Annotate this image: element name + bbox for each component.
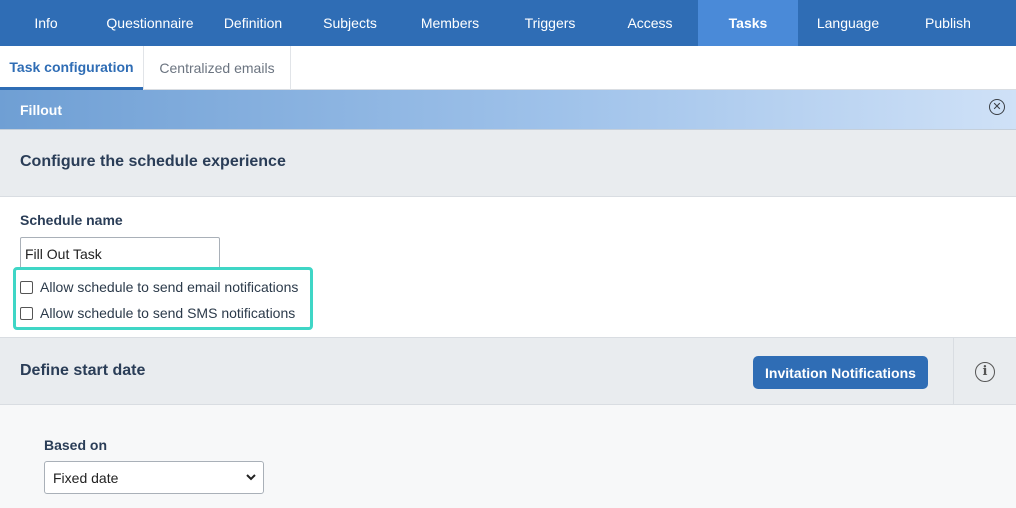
nav-tab-info[interactable]: Info [0,0,92,46]
schedule-section-header: Configure the schedule experience [0,130,1016,197]
schedule-name-input[interactable] [20,237,220,270]
schedule-settings: Schedule name Allow schedule to send ema… [0,197,1016,337]
email-notification-checkbox[interactable] [20,280,33,294]
nav-tab-tasks[interactable]: Tasks [698,0,798,46]
nav-tab-questionnaire[interactable]: Questionnaire [92,0,208,46]
email-notification-label: Allow schedule to send email notificatio… [40,279,299,295]
invitation-notifications-button[interactable]: Invitation Notifications [753,356,928,389]
nav-tab-publish[interactable]: Publish [898,0,998,46]
subtab-centralized-emails[interactable]: Centralized emails [143,46,291,90]
nav-tab-members[interactable]: Members [402,0,498,46]
based-on-select[interactable]: Fixed date [44,461,264,494]
info-icon[interactable]: i [975,361,995,382]
chevron-down-icon [246,474,256,481]
based-on-label: Based on [44,437,108,453]
schedule-name-label: Schedule name [20,212,123,228]
sms-notification-label: Allow schedule to send SMS notifications [40,305,296,321]
top-nav: Info Questionnaire Definition Subjects M… [0,0,1016,46]
nav-tab-subjects[interactable]: Subjects [298,0,402,46]
nav-tab-access[interactable]: Access [602,0,698,46]
email-notification-option[interactable]: Allow schedule to send email notificatio… [20,279,298,295]
nav-tab-language[interactable]: Language [798,0,898,46]
based-on-selected-value: Fixed date [53,469,119,486]
subtab-task-configuration[interactable]: Task configuration [0,46,143,90]
sms-notification-checkbox[interactable] [20,306,33,320]
start-date-section-header: Define start date Invitation Notificatio… [0,337,1016,405]
panel-title: Fillout [20,102,62,118]
info-cell: i [953,338,1016,405]
based-on-settings: Based on Fixed date [0,405,1016,508]
nav-tab-triggers[interactable]: Triggers [498,0,602,46]
schedule-section-title: Configure the schedule experience [20,153,286,170]
start-date-section-title: Define start date [20,362,146,379]
sms-notification-option[interactable]: Allow schedule to send SMS notifications [20,305,295,321]
sub-tabs: Task configuration Centralized emails [0,46,1016,90]
nav-tab-definition[interactable]: Definition [208,0,298,46]
close-icon[interactable]: ✕ [989,99,1005,115]
panel-header: Fillout ✕ [0,90,1016,130]
